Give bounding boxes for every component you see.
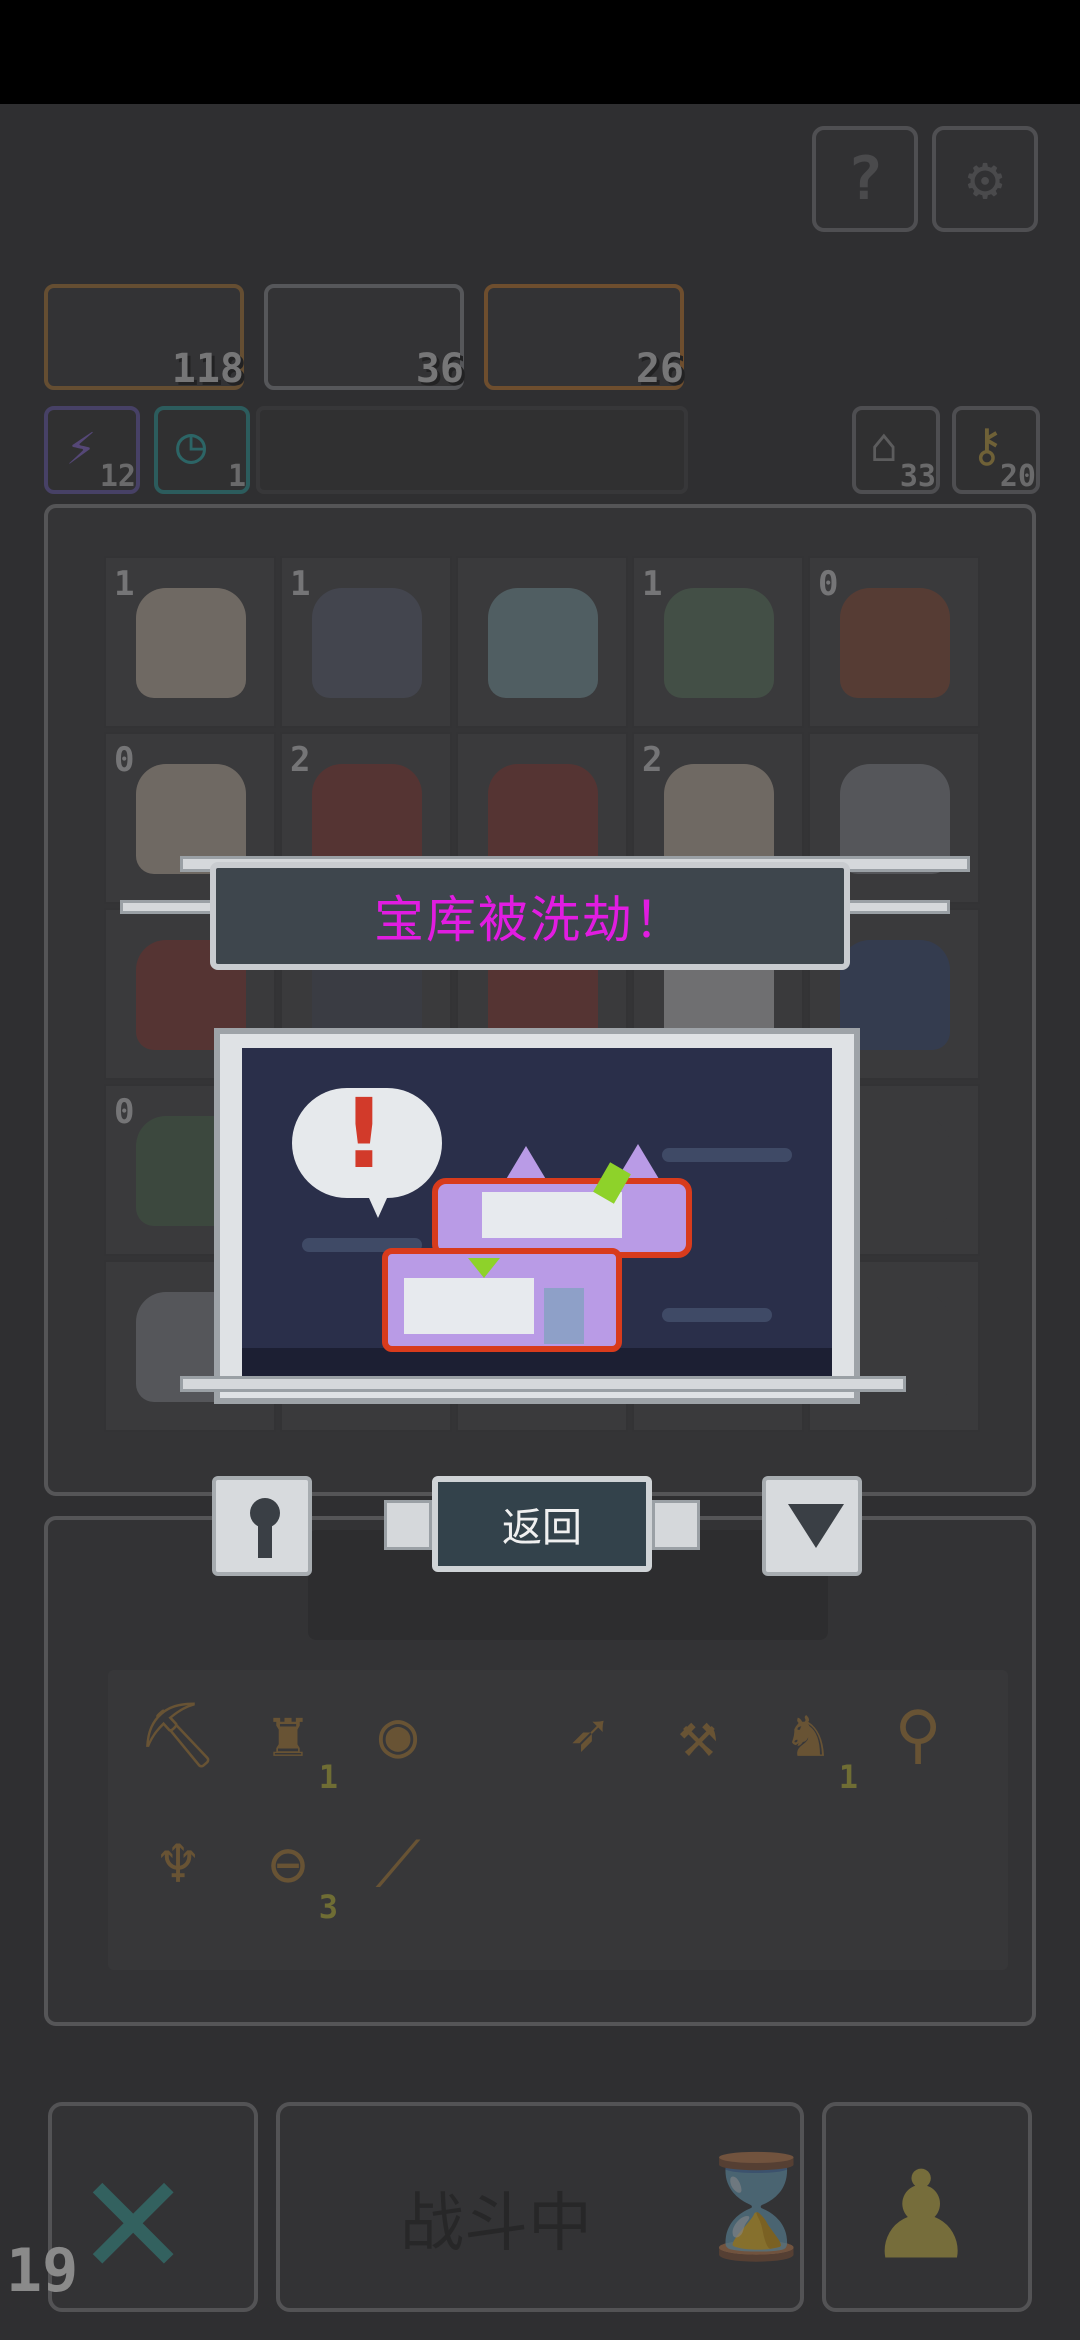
back-button[interactable]: 返回 [432,1476,652,1572]
hero-count: 36 [415,346,464,392]
house-icon: ⌂ [870,418,898,472]
item-icon: ⟋ [375,1828,421,1902]
item-icon: ⊖ [268,1828,308,1902]
diamond-icon [788,1504,844,1548]
chest-lid-opening [482,1192,622,1238]
monster-level: 0 [114,1092,135,1132]
monster-level: 1 [642,564,663,604]
ground [242,1348,832,1378]
hero-count: 26 [635,346,684,392]
keys-badge: ⚷ 20 [952,406,1040,494]
pawn-button[interactable]: ♟ [822,2102,1032,2312]
hourglass-icon: ⌛ [694,2148,819,2265]
item-icon: ➶ [568,1698,608,1772]
corner-counter: 19 [6,2236,79,2306]
cloud-streak [662,1148,792,1162]
back-button-bracket [652,1500,700,1550]
tickets-count: 33 [899,459,936,494]
key-icon: ⚷ [970,418,1004,472]
energy-badge: ⚡ 12 [44,406,140,494]
clock-icon: ◷ [176,416,207,474]
inventory-item[interactable]: ⟋ [348,1810,448,1920]
inventory-item[interactable]: ♜ 1 [238,1680,338,1796]
lightning-icon: ⚡ [66,418,97,476]
inventory-grid: ⛏ ♜ 1 ◉ ➶ ⚒ ♞ 1 ⚲ ♆ ⊖ 3 ⟋ [108,1670,1008,1970]
timer-badge: ◷ 1 [154,406,250,494]
chest-gem [468,1258,500,1278]
close-icon: ✕ [82,2116,185,2314]
item-icon: ⚲ [894,1698,942,1772]
item-icon: ◉ [378,1698,418,1772]
help-button[interactable]: ? [812,126,918,232]
monster-sprite [136,588,246,698]
modal-title: 宝库被洗劫！ [374,891,686,949]
status-bar-track [256,406,688,494]
hero-slot[interactable]: 36 [264,284,464,392]
board-cell[interactable]: 1 [104,556,276,728]
pawn-icon: ♟ [876,2120,967,2294]
inventory-item[interactable]: ➶ [538,1680,638,1790]
monster-sprite [312,588,422,698]
back-label: 返回 [502,1505,582,1551]
cloud-streak [662,1308,772,1322]
settings-button[interactable]: ⚙ [932,126,1038,232]
lock-scroll-button[interactable] [212,1476,312,1576]
monster-sprite [488,588,598,698]
board-cell[interactable]: 1 [280,556,452,728]
back-button-bracket [384,1500,432,1550]
item-icon: ♜ [268,1698,308,1772]
hero-slot[interactable]: 118 [44,284,244,392]
board-cell[interactable]: 0 [808,556,980,728]
inventory-item[interactable]: ⚲ [868,1680,968,1790]
modal-title-banner: 宝库被洗劫！ [210,862,850,970]
item-count: 1 [318,1758,338,1796]
timer-count: 1 [227,459,246,494]
keys-count: 20 [999,459,1036,494]
monster-level: 2 [290,740,311,780]
item-icon: ⚒ [678,1698,718,1772]
keyhole-icon-stem [258,1520,272,1558]
status-bar [0,0,1080,104]
inventory-item[interactable]: ♆ [128,1810,228,1920]
inventory-item[interactable]: ◉ [348,1680,448,1790]
exclamation-icon: ! [342,1078,386,1190]
monster-level: 2 [642,740,663,780]
modal-title-scroll: 宝库被洗劫！ [120,838,970,988]
item-count: 1 [838,1758,858,1796]
inventory-item[interactable]: ⚒ [648,1680,748,1790]
battle-status-button[interactable]: 战斗中 ⌛ [276,2102,819,2312]
battle-label: 战斗中 [400,2187,592,2261]
inventory-item[interactable]: ⊖ 3 [238,1810,338,1926]
inventory-item[interactable]: ⛏ [128,1680,228,1790]
gear-icon: ⚙ [966,144,1004,214]
monster-level: 0 [114,740,135,780]
close-battle-button[interactable]: ✕ [48,2102,258,2314]
tickets-badge: ⌂ 33 [852,406,940,494]
inventory-item[interactable]: ♞ 1 [758,1680,858,1796]
energy-count: 12 [99,459,136,494]
item-icon: ♆ [158,1828,198,1902]
gem-scroll-button[interactable] [762,1476,862,1576]
item-icon: ♞ [788,1698,828,1772]
item-count: 3 [318,1888,338,1926]
help-icon: ? [846,144,884,214]
board-cell[interactable]: 1 [632,556,804,728]
board-cell[interactable] [456,556,628,728]
hero-count: 118 [171,346,244,392]
chest-front-panel [404,1278,534,1334]
monster-level: 1 [290,564,311,604]
frame-base [180,1376,906,1392]
vault-scene: ! [242,1048,832,1378]
hero-slot[interactable]: 26 [484,284,684,392]
vault-picture-frame: ! [180,1028,906,1404]
monster-level: 0 [818,564,839,604]
monster-level: 1 [114,564,135,604]
inventory-panel: ⛏ ♜ 1 ◉ ➶ ⚒ ♞ 1 ⚲ ♆ ⊖ 3 ⟋ [44,1516,1036,2026]
monster-sprite [840,588,950,698]
monster-sprite [664,588,774,698]
chest-keyhole [544,1288,584,1344]
item-icon: ⛏ [137,1698,219,1773]
